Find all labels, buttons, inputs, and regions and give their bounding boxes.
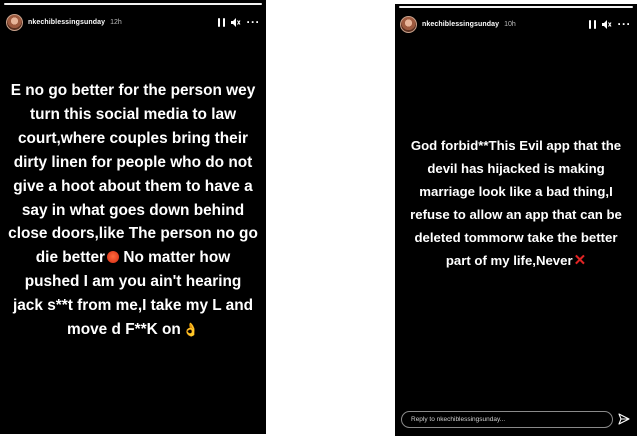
story-text: God forbid**This Evil app that the devil…	[401, 134, 631, 272]
speaker-icon[interactable]	[601, 19, 612, 29]
story-text-content: God forbid**This Evil app that the devil…	[410, 138, 622, 268]
pause-icon[interactable]	[588, 19, 596, 29]
story-text-part4: on	[157, 321, 181, 339]
reply-placeholder: Reply to nkechiblessingsunday...	[411, 416, 506, 423]
more-icon[interactable]: ···	[618, 18, 632, 30]
time-ago: 10h	[504, 20, 516, 28]
cross-mark-emoji-icon: ✕	[573, 252, 587, 269]
story-progress-bar	[399, 6, 633, 8]
time-ago: 12h	[110, 18, 122, 26]
story-text-part1: E no go better for the person wey turn t…	[8, 82, 258, 267]
more-icon[interactable]: ···	[247, 16, 261, 28]
censored-word: s**t	[47, 297, 73, 315]
story-progress-bar	[4, 3, 262, 5]
pause-icon[interactable]	[217, 17, 225, 27]
send-icon[interactable]	[618, 413, 630, 425]
username[interactable]: nkechiblessingsunday	[28, 19, 105, 26]
avatar[interactable]	[400, 15, 417, 33]
story-header: nkechiblessingsunday 10h ···	[400, 14, 631, 34]
angry-face-emoji-icon	[107, 251, 120, 264]
story-left[interactable]: nkechiblessingsunday 12h ··· E no go bet…	[0, 0, 266, 434]
ok-hand-emoji-icon: 👌	[182, 322, 199, 338]
username[interactable]: nkechiblessingsunday	[422, 21, 499, 28]
censored-word: F**K	[125, 321, 158, 339]
avatar[interactable]	[6, 13, 23, 31]
story-header: nkechiblessingsunday 12h ···	[6, 11, 260, 33]
story-text: E no go better for the person wey turn t…	[8, 79, 258, 342]
story-right[interactable]: nkechiblessingsunday 10h ··· God forbid*…	[395, 4, 637, 436]
reply-input[interactable]: Reply to nkechiblessingsunday...	[401, 411, 613, 428]
speaker-icon[interactable]	[230, 17, 241, 27]
